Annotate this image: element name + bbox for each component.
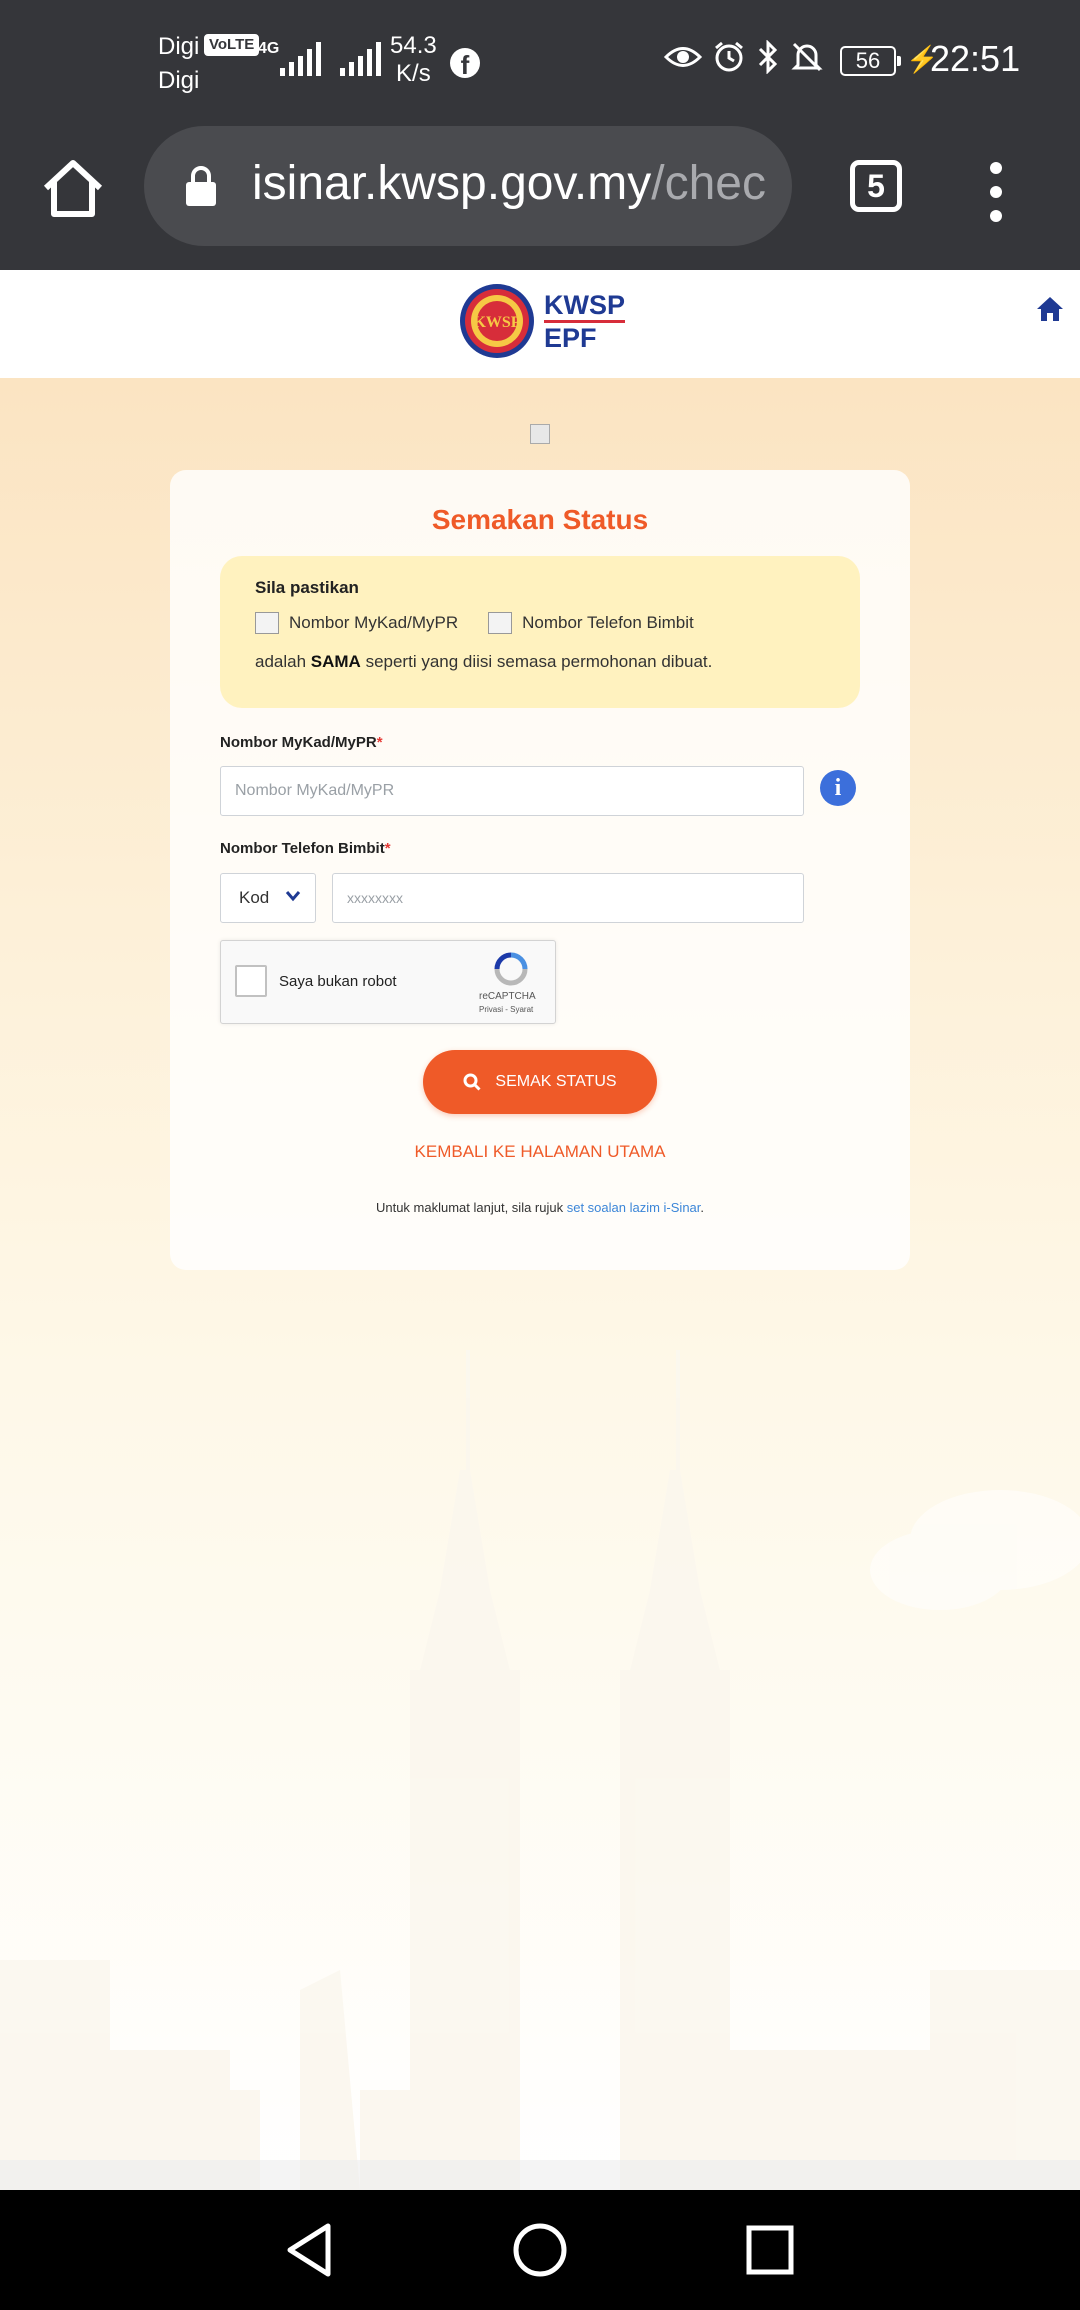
home-icon[interactable] <box>40 156 106 222</box>
network-speed: 54.3 K/s <box>390 32 437 88</box>
phone-label-text: Nombor Telefon Bimbit <box>220 840 385 857</box>
search-icon <box>463 1073 481 1091</box>
faq-link[interactable]: set soalan lazim i-Sinar <box>567 1200 701 1215</box>
url-text: isinar.kwsp.gov.my/chec <box>252 156 772 211</box>
svg-text:KWSP: KWSP <box>473 314 520 331</box>
recaptcha-widget: Saya bukan robot reCAPTCHA Privasi - Sya… <box>220 940 556 1024</box>
address-bar[interactable]: isinar.kwsp.gov.my/chec <box>144 126 792 246</box>
logo-epf: EPF <box>544 322 597 353</box>
alarm-icon <box>715 41 743 72</box>
notice-item-phone: Nombor Telefon Bimbit <box>522 613 694 632</box>
recaptcha-brand: reCAPTCHA <box>479 991 536 1002</box>
facebook-icon: f <box>450 48 480 78</box>
carrier-2: Digi <box>158 67 200 94</box>
speed-value: 54.3 <box>390 32 437 59</box>
mykad-label: Nombor MyKad/MyPR* <box>220 734 383 751</box>
notice-items: Nombor MyKad/MyPR Nombor Telefon Bimbit <box>255 612 694 634</box>
lock-icon <box>186 166 216 206</box>
recaptcha-label: Saya bukan robot <box>279 973 397 990</box>
required-mark: * <box>376 734 383 751</box>
volte-badge: VoLTE <box>204 34 260 56</box>
semak-status-button[interactable]: SEMAK STATUS <box>423 1050 657 1114</box>
home-icon[interactable] <box>1036 296 1064 322</box>
kebab-menu-icon[interactable] <box>990 162 1002 222</box>
recaptcha-links[interactable]: Privasi - Syarat <box>479 1005 533 1014</box>
notice-sentence: adalah SAMA seperti yang diisi semasa pe… <box>255 652 712 672</box>
battery-icon: 56 <box>840 46 901 76</box>
notice-box: Sila pastikan Nombor MyKad/MyPR Nombor T… <box>220 556 860 708</box>
clock: 22:51 <box>930 38 1021 79</box>
back-icon[interactable] <box>284 2220 334 2280</box>
mykad-label-text: Nombor MyKad/MyPR <box>220 734 377 751</box>
url-path: /chec <box>651 157 766 210</box>
footnote-suffix: . <box>700 1200 705 1215</box>
page-title: Semakan Status <box>431 504 649 535</box>
semak-status-label: SEMAK STATUS <box>495 1073 617 1090</box>
status-check-card: Semakan Status Sila pastikan Nombor MyKa… <box>170 470 910 1270</box>
phone-label: Nombor Telefon Bimbit* <box>220 840 391 857</box>
country-code-value: Kod <box>239 888 270 907</box>
chevron-down-icon <box>285 891 301 902</box>
kwsp-logo[interactable]: KWSP KWSP EPF <box>458 282 625 360</box>
browser-toolbar: isinar.kwsp.gov.my/chec 5 <box>0 126 1080 270</box>
mykad-image-placeholder <box>255 612 279 634</box>
phone-image-placeholder <box>488 612 513 634</box>
logo-kwsp: KWSP <box>544 290 625 323</box>
tab-switcher-icon[interactable]: 5 <box>850 160 902 212</box>
site-header: KWSP KWSP EPF <box>0 270 1080 378</box>
network-type: 4G <box>258 40 280 57</box>
bell-off-icon <box>791 42 823 72</box>
system-nav-bar <box>0 2190 1080 2310</box>
speed-unit: K/s <box>396 60 431 87</box>
info-icon[interactable]: i <box>820 770 856 806</box>
signal-icon <box>280 42 321 76</box>
eye-icon <box>664 47 702 67</box>
notice-heading: Sila pastikan <box>255 578 359 597</box>
recents-icon[interactable] <box>744 2220 796 2280</box>
notice-sentence-suffix: seperti yang diisi semasa permohonan dib… <box>360 652 713 671</box>
phone-input[interactable]: xxxxxxxx <box>332 873 804 923</box>
notice-sentence-prefix: adalah <box>255 652 311 671</box>
kwsp-emblem-icon: KWSP <box>460 284 534 358</box>
notice-sentence-bold: SAMA <box>310 652 361 671</box>
back-to-home-link[interactable]: KEMBALI KE HALAMAN UTAMA <box>170 1142 910 1162</box>
url-host: isinar.kwsp.gov.my <box>252 157 652 210</box>
bluetooth-icon <box>758 40 778 74</box>
banner-image-placeholder <box>530 424 550 444</box>
logo-text: KWSP EPF <box>544 290 625 353</box>
system-icons <box>664 40 824 74</box>
required-mark: * <box>384 840 391 857</box>
notice-item-mykad: Nombor MyKad/MyPR <box>289 613 459 632</box>
carrier-info: Digi Digi <box>158 30 199 98</box>
mykad-input[interactable]: Nombor MyKad/MyPR <box>220 766 804 816</box>
status-bar: Digi Digi VoLTE 4G 54.3 K/s f 56 ⚡ 22:51 <box>0 0 1080 126</box>
carrier-1: Digi <box>158 33 200 60</box>
footnote-prefix: Untuk maklumat lanjut, sila rujuk <box>375 1200 567 1215</box>
recaptcha-checkbox[interactable] <box>235 965 267 997</box>
signal-icon-2 <box>340 42 381 76</box>
home-circle-icon[interactable] <box>512 2220 568 2280</box>
country-code-select[interactable]: Kod <box>220 873 316 923</box>
recaptcha-icon <box>494 952 528 986</box>
footnote: Untuk maklumat lanjut, sila rujuk set so… <box>170 1200 910 1215</box>
